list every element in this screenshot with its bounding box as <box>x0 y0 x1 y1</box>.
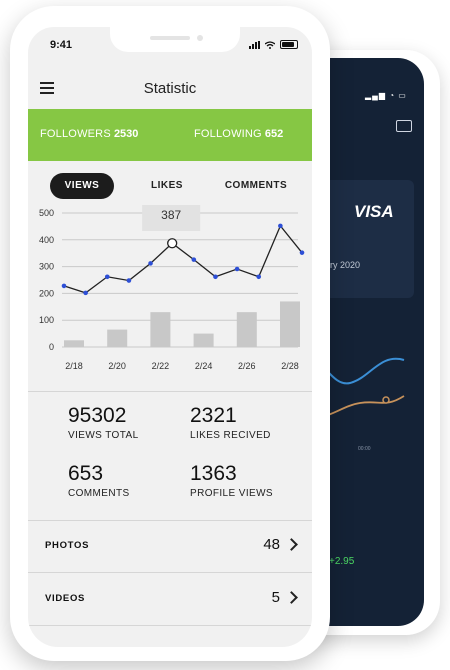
page-title: Statistic <box>143 80 197 97</box>
stat-label: PROFILE VIEWS <box>190 488 273 499</box>
bar <box>150 312 171 347</box>
battery-icon <box>280 40 298 49</box>
stat-value: 95302 <box>68 404 127 427</box>
data-point <box>191 257 197 262</box>
stat-label: COMMENTS <box>68 488 130 499</box>
x-tick-label: 2/22 <box>152 361 170 371</box>
x-tick-label: 2/28 <box>281 361 299 371</box>
followers-stat[interactable]: FOLLOWERS 2530 <box>40 128 138 140</box>
divider <box>28 391 312 392</box>
phone-screen: 9:41 Statistic FOLLOWERS 2530 FOLLOWING … <box>28 27 312 647</box>
phone-frame: 9:41 Statistic FOLLOWERS 2530 FOLLOWING … <box>10 6 330 661</box>
bar <box>64 340 84 347</box>
highlight-point <box>167 238 178 249</box>
data-point <box>83 290 88 296</box>
data-point <box>148 261 153 266</box>
data-point <box>234 266 240 272</box>
wifi-icon <box>265 41 275 49</box>
followers-value: 2530 <box>113 128 139 140</box>
followers-label: FOLLOWERS <box>40 128 111 140</box>
tab-likes[interactable]: LIKES <box>140 173 194 199</box>
list-item-count: 48 <box>263 536 280 553</box>
data-point <box>278 223 283 229</box>
chevron-right-icon <box>285 591 298 604</box>
credit-card <box>322 180 414 298</box>
tab-views[interactable]: VIEWS <box>50 173 114 199</box>
tab-comments[interactable]: COMMENTS <box>218 173 294 199</box>
visa-logo: VISA <box>354 202 394 221</box>
divider <box>28 625 312 626</box>
data-point <box>299 250 305 255</box>
y-tick-label: 300 <box>39 262 54 272</box>
data-point <box>213 274 218 280</box>
list-item-label: VIDEOS <box>45 593 86 604</box>
stat-likes-received: 2321 LIKES RECIVED <box>190 404 271 441</box>
bar <box>236 312 257 347</box>
x-tick-label: 2/26 <box>238 361 256 371</box>
stat-views-total: 95302 VIEWS TOTAL <box>68 404 139 441</box>
chevron-right-icon <box>285 538 298 551</box>
stats-grid: 95302 VIEWS TOTAL 2321 LIKES RECIVED 653… <box>28 398 312 518</box>
data-point <box>104 274 110 280</box>
follow-banner: FOLLOWERS 2530 FOLLOWING 652 <box>28 109 312 161</box>
stat-value: 1363 <box>190 462 237 485</box>
y-tick-label: 500 <box>39 208 54 218</box>
background-value: +2.95 <box>329 556 355 567</box>
chart-tabs: VIEWS LIKES COMMENTS <box>28 173 312 199</box>
stat-label: VIEWS TOTAL <box>68 430 139 441</box>
divider <box>28 572 312 573</box>
list-item-photos[interactable]: PHOTOS 48 <box>28 521 312 571</box>
stat-comments: 653 COMMENTS <box>68 462 130 499</box>
x-tick-label: 2/20 <box>108 361 126 371</box>
x-tick-label: 2/18 <box>65 361 83 371</box>
list-item-count: 5 <box>271 589 280 606</box>
signal-icon <box>249 41 260 49</box>
notch <box>110 27 240 52</box>
bar <box>280 301 300 347</box>
stat-value: 653 <box>68 462 104 485</box>
status-icons <box>249 40 298 49</box>
wallet-icon <box>396 120 412 132</box>
status-time: 9:41 <box>50 39 73 51</box>
background-status-icons: ▂▄▆ ◔ ▭ <box>365 91 407 100</box>
y-tick-label: 400 <box>39 235 54 245</box>
series-line <box>63 224 303 294</box>
data-point <box>256 274 262 280</box>
list-item-videos[interactable]: VIDEOS 5 <box>28 574 312 624</box>
y-tick-label: 100 <box>39 315 54 325</box>
x-tick-label: 2/24 <box>195 361 213 371</box>
following-stat[interactable]: FOLLOWING 652 <box>194 128 283 140</box>
following-value: 652 <box>264 128 284 140</box>
background-axis-label: 00:00 <box>358 446 371 452</box>
card-date: ry 2020 <box>330 260 361 270</box>
y-tick-label: 200 <box>39 288 54 298</box>
views-chart: 0 100 200 300 400 500 2/18 2/20 2/22 2/24 2/26 2/28… <box>39 205 305 371</box>
stat-value: 2321 <box>190 404 237 427</box>
bar <box>193 333 214 347</box>
stat-profile-views: 1363 PROFILE VIEWS <box>190 462 273 499</box>
data-point <box>126 278 132 283</box>
y-tick-label: 0 <box>49 342 54 352</box>
list-item-label: PHOTOS <box>45 540 90 551</box>
stat-label: LIKES RECIVED <box>190 430 271 441</box>
data-point <box>61 283 67 289</box>
following-label: FOLLOWING <box>194 128 262 140</box>
bar <box>107 329 128 347</box>
tooltip-value: 387 <box>161 208 181 222</box>
